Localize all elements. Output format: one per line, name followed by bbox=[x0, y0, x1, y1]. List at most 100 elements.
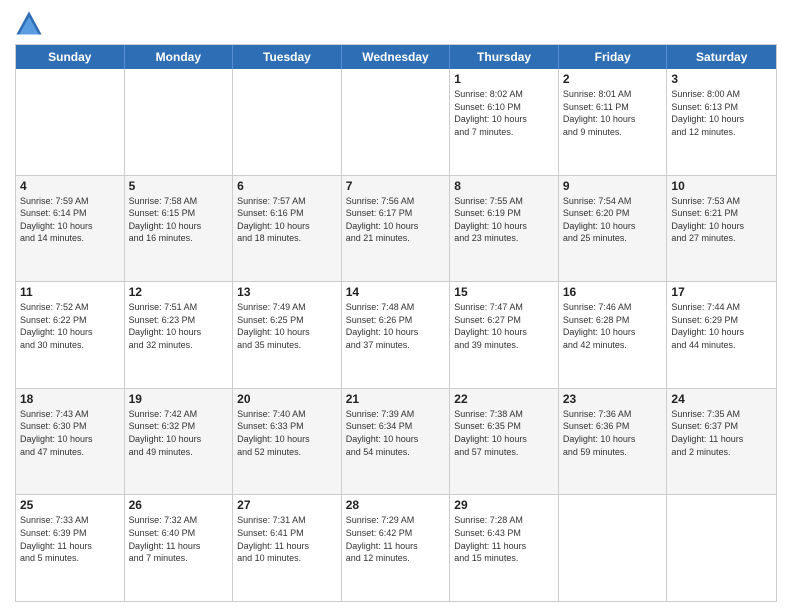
calendar-cell-13: 13 Sunrise: 7:49 AMSunset: 6:25 PMDayligh… bbox=[233, 282, 342, 388]
day-number: 8 bbox=[454, 179, 554, 193]
day-number: 19 bbox=[129, 392, 229, 406]
header-day-tuesday: Tuesday bbox=[233, 45, 342, 69]
day-info: Sunrise: 7:42 AMSunset: 6:32 PMDaylight:… bbox=[129, 408, 229, 458]
day-number: 4 bbox=[20, 179, 120, 193]
day-info: Sunrise: 7:36 AMSunset: 6:36 PMDaylight:… bbox=[563, 408, 663, 458]
day-number: 25 bbox=[20, 498, 120, 512]
day-number: 10 bbox=[671, 179, 772, 193]
calendar-cell-11: 11 Sunrise: 7:52 AMSunset: 6:22 PMDayligh… bbox=[16, 282, 125, 388]
calendar-cell-23: 23 Sunrise: 7:36 AMSunset: 6:36 PMDayligh… bbox=[559, 389, 668, 495]
calendar-cell-24: 24 Sunrise: 7:35 AMSunset: 6:37 PMDayligh… bbox=[667, 389, 776, 495]
calendar-cell-9: 9 Sunrise: 7:54 AMSunset: 6:20 PMDaylight… bbox=[559, 176, 668, 282]
calendar-cell-25: 25 Sunrise: 7:33 AMSunset: 6:39 PMDayligh… bbox=[16, 495, 125, 601]
calendar-week-3: 11 Sunrise: 7:52 AMSunset: 6:22 PMDayligh… bbox=[16, 282, 776, 389]
calendar-cell-empty-0-2 bbox=[233, 69, 342, 175]
page: SundayMondayTuesdayWednesdayThursdayFrid… bbox=[0, 0, 792, 612]
day-info: Sunrise: 7:44 AMSunset: 6:29 PMDaylight:… bbox=[671, 301, 772, 351]
calendar-body: 1 Sunrise: 8:02 AMSunset: 6:10 PMDaylight… bbox=[16, 69, 776, 601]
day-number: 2 bbox=[563, 72, 663, 86]
day-info: Sunrise: 7:28 AMSunset: 6:43 PMDaylight:… bbox=[454, 514, 554, 564]
calendar-cell-empty-4-5 bbox=[559, 495, 668, 601]
calendar: SundayMondayTuesdayWednesdayThursdayFrid… bbox=[15, 44, 777, 602]
calendar-cell-15: 15 Sunrise: 7:47 AMSunset: 6:27 PMDayligh… bbox=[450, 282, 559, 388]
day-number: 7 bbox=[346, 179, 446, 193]
day-number: 1 bbox=[454, 72, 554, 86]
calendar-cell-5: 5Sunrise: 7:58 AMSunset: 6:15 PMDaylight… bbox=[125, 176, 234, 282]
calendar-cell-7: 7 Sunrise: 7:56 AMSunset: 6:17 PMDaylight… bbox=[342, 176, 451, 282]
calendar-cell-1: 1 Sunrise: 8:02 AMSunset: 6:10 PMDaylight… bbox=[450, 69, 559, 175]
day-info: Sunrise: 7:54 AMSunset: 6:20 PMDaylight:… bbox=[563, 195, 663, 245]
day-number: 9 bbox=[563, 179, 663, 193]
day-info: Sunrise: 7:48 AMSunset: 6:26 PMDaylight:… bbox=[346, 301, 446, 351]
header-day-sunday: Sunday bbox=[16, 45, 125, 69]
day-info: Sunrise: 7:52 AMSunset: 6:22 PMDaylight:… bbox=[20, 301, 120, 351]
calendar-cell-2: 2 Sunrise: 8:01 AMSunset: 6:11 PMDaylight… bbox=[559, 69, 668, 175]
calendar-cell-empty-0-0 bbox=[16, 69, 125, 175]
day-number: 16 bbox=[563, 285, 663, 299]
calendar-cell-19: 19 Sunrise: 7:42 AMSunset: 6:32 PMDayligh… bbox=[125, 389, 234, 495]
day-number: 23 bbox=[563, 392, 663, 406]
calendar-cell-16: 16 Sunrise: 7:46 AMSunset: 6:28 PMDayligh… bbox=[559, 282, 668, 388]
calendar-cell-6: 6Sunrise: 7:57 AMSunset: 6:16 PMDaylight… bbox=[233, 176, 342, 282]
calendar-cell-29: 29 Sunrise: 7:28 AMSunset: 6:43 PMDayligh… bbox=[450, 495, 559, 601]
calendar-header: SundayMondayTuesdayWednesdayThursdayFrid… bbox=[16, 45, 776, 69]
day-info: Sunrise: 7:29 AMSunset: 6:42 PMDaylight:… bbox=[346, 514, 446, 564]
calendar-cell-14: 14Sunrise: 7:48 AMSunset: 6:26 PMDayligh… bbox=[342, 282, 451, 388]
day-info: Sunrise: 7:32 AMSunset: 6:40 PMDaylight:… bbox=[129, 514, 229, 564]
day-info: Sunrise: 8:02 AMSunset: 6:10 PMDaylight:… bbox=[454, 88, 554, 138]
calendar-week-1: 1 Sunrise: 8:02 AMSunset: 6:10 PMDaylight… bbox=[16, 69, 776, 176]
day-number: 28 bbox=[346, 498, 446, 512]
header-day-thursday: Thursday bbox=[450, 45, 559, 69]
header-day-monday: Monday bbox=[125, 45, 234, 69]
calendar-cell-28: 28 Sunrise: 7:29 AMSunset: 6:42 PMDayligh… bbox=[342, 495, 451, 601]
calendar-week-2: 4Sunrise: 7:59 AMSunset: 6:14 PMDaylight… bbox=[16, 176, 776, 283]
header-day-saturday: Saturday bbox=[667, 45, 776, 69]
day-info: Sunrise: 7:47 AMSunset: 6:27 PMDaylight:… bbox=[454, 301, 554, 351]
calendar-cell-21: 21 Sunrise: 7:39 AMSunset: 6:34 PMDayligh… bbox=[342, 389, 451, 495]
logo-icon bbox=[15, 10, 43, 38]
day-number: 20 bbox=[237, 392, 337, 406]
day-info: Sunrise: 7:56 AMSunset: 6:17 PMDaylight:… bbox=[346, 195, 446, 245]
header-day-friday: Friday bbox=[559, 45, 668, 69]
calendar-cell-10: 10 Sunrise: 7:53 AMSunset: 6:21 PMDayligh… bbox=[667, 176, 776, 282]
day-info: Sunrise: 7:46 AMSunset: 6:28 PMDaylight:… bbox=[563, 301, 663, 351]
calendar-cell-12: 12Sunrise: 7:51 AMSunset: 6:23 PMDayligh… bbox=[125, 282, 234, 388]
day-info: Sunrise: 7:40 AMSunset: 6:33 PMDaylight:… bbox=[237, 408, 337, 458]
day-info: Sunrise: 8:01 AMSunset: 6:11 PMDaylight:… bbox=[563, 88, 663, 138]
calendar-week-5: 25 Sunrise: 7:33 AMSunset: 6:39 PMDayligh… bbox=[16, 495, 776, 601]
day-info: Sunrise: 7:33 AMSunset: 6:39 PMDaylight:… bbox=[20, 514, 120, 564]
calendar-cell-18: 18Sunrise: 7:43 AMSunset: 6:30 PMDayligh… bbox=[16, 389, 125, 495]
calendar-cell-22: 22Sunrise: 7:38 AMSunset: 6:35 PMDayligh… bbox=[450, 389, 559, 495]
day-number: 15 bbox=[454, 285, 554, 299]
header-day-wednesday: Wednesday bbox=[342, 45, 451, 69]
calendar-cell-26: 26Sunrise: 7:32 AMSunset: 6:40 PMDayligh… bbox=[125, 495, 234, 601]
day-number: 17 bbox=[671, 285, 772, 299]
day-number: 11 bbox=[20, 285, 120, 299]
calendar-cell-27: 27Sunrise: 7:31 AMSunset: 6:41 PMDayligh… bbox=[233, 495, 342, 601]
day-info: Sunrise: 7:35 AMSunset: 6:37 PMDaylight:… bbox=[671, 408, 772, 458]
day-number: 29 bbox=[454, 498, 554, 512]
day-number: 21 bbox=[346, 392, 446, 406]
calendar-cell-17: 17 Sunrise: 7:44 AMSunset: 6:29 PMDayligh… bbox=[667, 282, 776, 388]
day-info: Sunrise: 7:55 AMSunset: 6:19 PMDaylight:… bbox=[454, 195, 554, 245]
day-info: Sunrise: 7:39 AMSunset: 6:34 PMDaylight:… bbox=[346, 408, 446, 458]
day-number: 13 bbox=[237, 285, 337, 299]
day-info: Sunrise: 7:31 AMSunset: 6:41 PMDaylight:… bbox=[237, 514, 337, 564]
day-info: Sunrise: 7:53 AMSunset: 6:21 PMDaylight:… bbox=[671, 195, 772, 245]
day-info: Sunrise: 8:00 AMSunset: 6:13 PMDaylight:… bbox=[671, 88, 772, 138]
day-info: Sunrise: 7:57 AMSunset: 6:16 PMDaylight:… bbox=[237, 195, 337, 245]
calendar-cell-empty-4-6 bbox=[667, 495, 776, 601]
calendar-cell-4: 4Sunrise: 7:59 AMSunset: 6:14 PMDaylight… bbox=[16, 176, 125, 282]
calendar-cell-8: 8 Sunrise: 7:55 AMSunset: 6:19 PMDaylight… bbox=[450, 176, 559, 282]
calendar-cell-20: 20 Sunrise: 7:40 AMSunset: 6:33 PMDayligh… bbox=[233, 389, 342, 495]
day-number: 12 bbox=[129, 285, 229, 299]
calendar-cell-3: 3 Sunrise: 8:00 AMSunset: 6:13 PMDaylight… bbox=[667, 69, 776, 175]
day-info: Sunrise: 7:49 AMSunset: 6:25 PMDaylight:… bbox=[237, 301, 337, 351]
day-info: Sunrise: 7:58 AMSunset: 6:15 PMDaylight:… bbox=[129, 195, 229, 245]
header bbox=[15, 10, 777, 38]
day-number: 22 bbox=[454, 392, 554, 406]
day-number: 24 bbox=[671, 392, 772, 406]
calendar-cell-empty-0-1 bbox=[125, 69, 234, 175]
day-number: 3 bbox=[671, 72, 772, 86]
logo bbox=[15, 10, 47, 38]
